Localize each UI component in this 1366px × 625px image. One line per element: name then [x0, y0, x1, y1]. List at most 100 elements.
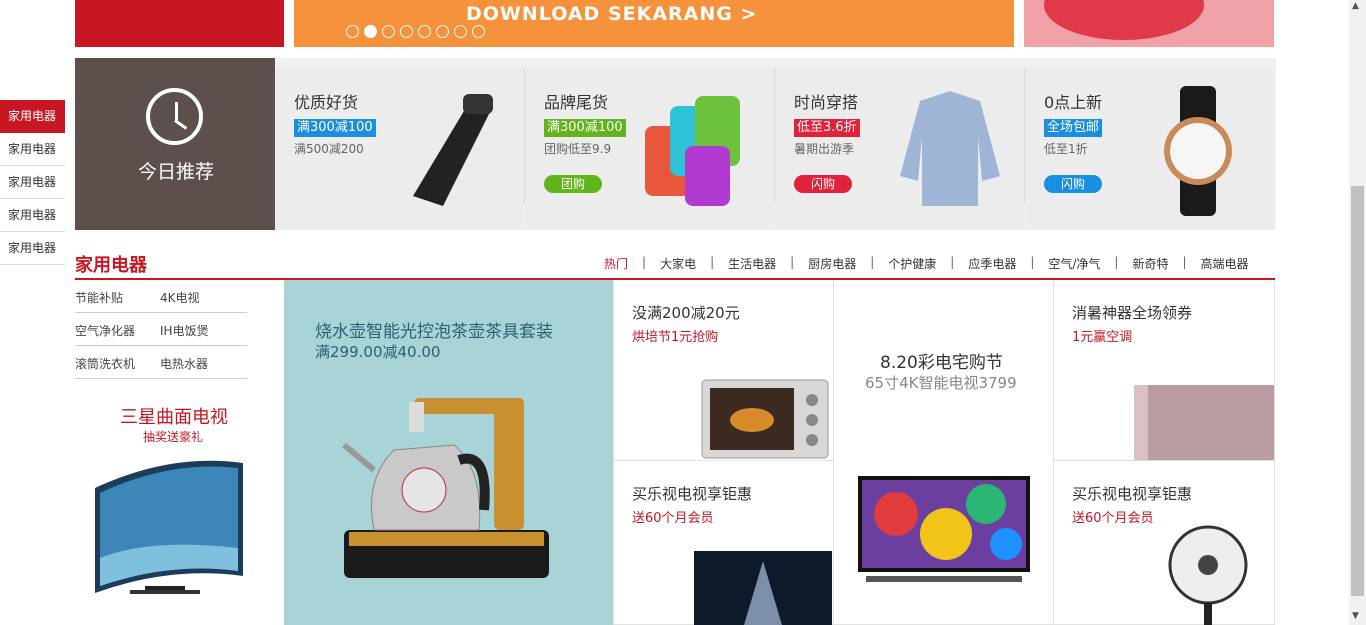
- aircon-promo[interactable]: 消暑神器全场领券 1元赢空调: [1053, 280, 1275, 461]
- tv-festival-subtitle: 65寸4K智能电视3799: [865, 374, 1017, 392]
- subcategory-divider: [75, 312, 247, 313]
- kettle-image: [342, 398, 549, 578]
- clock-icon: [146, 88, 203, 145]
- carousel-dot[interactable]: [364, 25, 377, 38]
- letv-right-title: 买乐视电视享钜惠: [1072, 485, 1193, 503]
- banner-download-ad[interactable]: DOWNLOAD SEKARANG >: [294, 0, 1014, 47]
- recommend-title: 时尚穿搭: [794, 93, 859, 112]
- recommend-card[interactable]: 优质好货 满300减100 满500减200: [275, 68, 524, 230]
- carousel-dot[interactable]: [472, 25, 485, 38]
- recommend-buy-button[interactable]: 闪购: [1044, 175, 1102, 193]
- kettle-promo-subtitle: 满299.00减40.00: [315, 343, 441, 361]
- recommend-title: 优质好货: [294, 93, 359, 112]
- watch-image: [1164, 86, 1232, 216]
- subcategory-link[interactable]: IH电饭煲: [160, 322, 209, 339]
- recommend-tag: 低至3.6折: [794, 119, 860, 137]
- tab-separator: |: [790, 255, 795, 269]
- samsung-promo-subtitle: 抽奖送豪礼: [143, 430, 204, 444]
- side-nav-item[interactable]: 家用电器: [0, 199, 65, 232]
- recommend-subtitle: 团购低至9.9: [544, 142, 612, 156]
- letv-promo-left[interactable]: 买乐视电视享钜惠 送60个月会员: [613, 461, 833, 625]
- oven-promo-subtitle: 烘培节1元抢购: [632, 330, 719, 345]
- kettle-promo[interactable]: 烧水壶智能光控泡茶壶茶具套装 满299.00减40.00: [284, 280, 613, 625]
- fan-image: [1168, 525, 1248, 625]
- letv-tv-image: [694, 551, 832, 625]
- tv-festival-promo[interactable]: 8.20彩电宅购节 65寸4K智能电视3799: [833, 280, 1054, 625]
- recommend-separator: [1024, 68, 1025, 203]
- recommend-buy-button[interactable]: 闪购: [794, 175, 852, 193]
- samsung-tv-promo[interactable]: 三星曲面电视 抽奖送豪礼: [75, 393, 262, 625]
- today-recommend-panel[interactable]: 今日推荐: [75, 58, 275, 230]
- section-title: 家用电器: [75, 255, 147, 276]
- recommend-subtitle: 低至1折: [1044, 142, 1088, 156]
- recommend-separator: [524, 68, 525, 203]
- subcategory-link[interactable]: 空气净化器: [75, 322, 135, 339]
- recommend-separator: [774, 68, 775, 203]
- recommend-buy-button[interactable]: 团购: [544, 175, 602, 193]
- tab-separator: |: [1030, 255, 1035, 269]
- carousel-dot[interactable]: [454, 25, 467, 38]
- section-tab[interactable]: 空气/净气: [1048, 255, 1100, 272]
- side-nav-item[interactable]: 家用电器: [0, 166, 65, 199]
- recommend-tag: 全场包邮: [1044, 119, 1103, 137]
- recommend-title: 品牌尾货: [544, 93, 609, 112]
- banner-right-ad[interactable]: [1024, 0, 1274, 47]
- recommend-card[interactable]: 时尚穿搭低至3.6折暑期出游季闪购: [775, 68, 1024, 230]
- carousel-dot[interactable]: [418, 25, 431, 38]
- side-nav-item[interactable]: 家用电器: [0, 100, 65, 133]
- section-tab[interactable]: 大家电: [660, 255, 696, 272]
- section-tab[interactable]: 个护健康: [888, 255, 936, 272]
- scroll-up-arrow-icon[interactable]: ▲: [1352, 1, 1359, 11]
- oven-image: [701, 379, 829, 459]
- tab-separator: |: [950, 255, 955, 269]
- oven-promo-title: 没满200减20元: [632, 304, 740, 322]
- side-nav-item[interactable]: 家用电器: [0, 133, 65, 166]
- subcategory-link[interactable]: 滚筒洗衣机: [75, 355, 135, 372]
- section-tab[interactable]: 热门: [604, 255, 628, 272]
- subcategory-link[interactable]: 节能补贴: [75, 289, 123, 306]
- recommend-title: 0点上新: [1044, 93, 1103, 112]
- aircon-promo-subtitle: 1元赢空调: [1072, 330, 1133, 345]
- subcategory-link[interactable]: 4K电视: [160, 289, 200, 306]
- recommend-tag: 满300减100: [294, 119, 376, 137]
- side-nav-item[interactable]: 家用电器: [0, 232, 65, 265]
- section-tab[interactable]: 新奇特: [1132, 255, 1168, 272]
- recommend-subtitle: 暑期出游季: [794, 142, 855, 156]
- recommend-strip: 优质好货 满300减100 满500减200 品牌尾货 满300减100 团购低至9.9 团…: [275, 58, 1276, 230]
- letv-left-subtitle: 送60个月会员: [632, 511, 714, 526]
- letv-promo-right[interactable]: 买乐视电视享钜惠 送60个月会员: [1053, 461, 1275, 625]
- section-tab[interactable]: 生活电器: [728, 255, 776, 272]
- section-tab[interactable]: 应季电器: [968, 255, 1016, 272]
- recommend-card[interactable]: 0点上新全场包邮低至1折闪购: [1025, 68, 1274, 230]
- blouse-image: [900, 91, 1000, 206]
- carousel-dot[interactable]: [436, 25, 449, 38]
- section-tab[interactable]: 厨房电器: [808, 255, 856, 272]
- handheld-vacuum-image: [413, 94, 493, 206]
- samsung-promo-title: 三星曲面电视: [120, 407, 228, 428]
- scrollbar-thumb[interactable]: [1351, 186, 1364, 596]
- section-tab[interactable]: 高端电器: [1201, 255, 1249, 272]
- towels-image: [645, 96, 740, 206]
- subcategory-divider: [75, 378, 247, 379]
- recommend-tag: 满300减100: [544, 119, 626, 137]
- curved-tv-image: [95, 460, 243, 594]
- letv-left-title: 买乐视电视享钜惠: [632, 485, 753, 503]
- recommend-card[interactable]: 品牌尾货满300减100 团购低至9.9 团购: [525, 68, 774, 230]
- tab-separator: |: [642, 255, 647, 269]
- today-recommend-label: 今日推荐: [138, 161, 215, 183]
- subcategory-divider: [75, 345, 247, 346]
- banner-left-ad[interactable]: [75, 0, 284, 47]
- download-banner-text: DOWNLOAD SEKARANG >: [466, 3, 758, 25]
- oven-promo[interactable]: 没满200减20元 烘培节1元抢购: [613, 280, 833, 461]
- tab-separator: |: [710, 255, 715, 269]
- tab-separator: |: [1114, 255, 1119, 269]
- scroll-down-arrow-icon[interactable]: ▼: [1352, 611, 1359, 621]
- carousel-dots: [346, 25, 485, 38]
- carousel-dot[interactable]: [346, 25, 359, 38]
- tab-separator: |: [1182, 255, 1187, 269]
- carousel-dot[interactable]: [400, 25, 413, 38]
- aircon-promo-title: 消暑神器全场领券: [1072, 304, 1193, 322]
- carousel-dot[interactable]: [382, 25, 395, 38]
- subcategory-link[interactable]: 电热水器: [160, 355, 208, 372]
- tv-festival-title: 8.20彩电宅购节: [880, 353, 1003, 373]
